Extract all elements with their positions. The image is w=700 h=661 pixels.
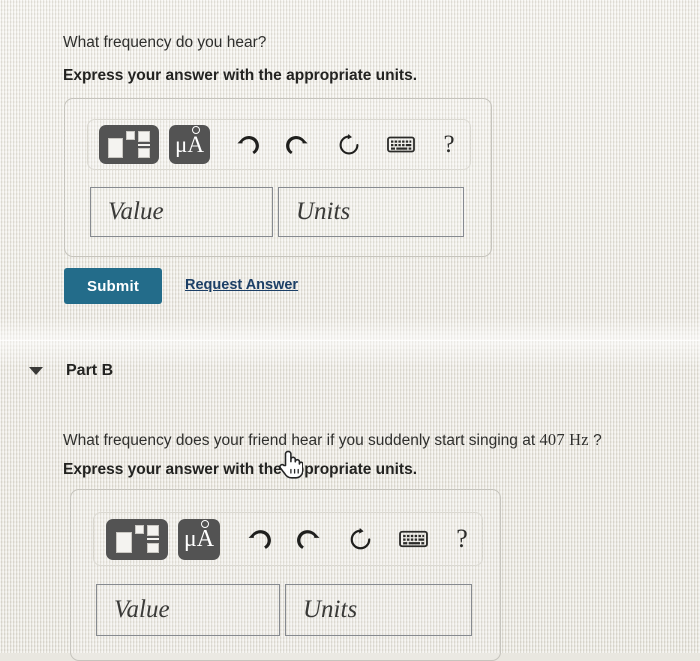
screen-glare-band [0, 318, 700, 364]
part-a-value-input[interactable]: Value [90, 187, 273, 237]
part-a-units-input[interactable]: Units [278, 187, 464, 237]
part-b-label: Part B [66, 362, 114, 379]
units-button[interactable]: μA [178, 518, 220, 560]
units-button[interactable]: μA [169, 125, 210, 164]
units-button-label: μA [175, 126, 204, 157]
angstrom-glyph: A [187, 126, 204, 157]
part-b-field-row: Value Units [96, 584, 472, 636]
part-a-instruction-text: Express your answer with the appropriate… [63, 67, 418, 84]
part-a-units-placeholder: Units [296, 198, 351, 225]
part-b-toolbar: μA ? [93, 512, 483, 566]
part-b-question-suffix: ? [588, 432, 602, 449]
section-divider [0, 340, 700, 341]
part-a-value-placeholder: Value [108, 198, 164, 225]
math-template-button[interactable] [106, 518, 168, 560]
undo-icon[interactable] [232, 130, 262, 160]
part-a-field-row: Value Units [90, 187, 464, 237]
part-a-toolbar: μA ? [87, 119, 471, 170]
redo-icon[interactable] [283, 130, 313, 160]
math-template-button[interactable] [99, 125, 159, 164]
part-b-question-math: 407 Hz [539, 430, 589, 449]
part-b-value-input[interactable]: Value [96, 584, 280, 636]
reset-icon[interactable] [345, 524, 375, 554]
part-b-question-prefix: What frequency does your friend hear if … [63, 432, 540, 449]
part-b-instruction-text: Express your answer with the appropriate… [63, 461, 418, 478]
units-button-label: μA [183, 520, 214, 552]
reset-icon[interactable] [334, 130, 364, 160]
math-template-icon [115, 525, 159, 553]
angstrom-glyph: A [197, 520, 214, 552]
keyboard-icon[interactable] [397, 524, 429, 554]
part-b-collapse-caret-icon[interactable] [29, 367, 43, 375]
part-a-request-answer-link[interactable]: Request Answer [185, 277, 298, 293]
part-b-header[interactable]: Part B [29, 362, 113, 380]
help-icon[interactable]: ? [438, 130, 460, 160]
part-b-units-input[interactable]: Units [285, 584, 472, 636]
mu-glyph: μ [183, 526, 197, 552]
math-template-icon [108, 131, 150, 158]
keyboard-icon[interactable] [385, 130, 417, 160]
part-b-question-text: What frequency does your friend hear if … [63, 430, 602, 451]
help-icon[interactable]: ? [451, 524, 473, 554]
redo-icon[interactable] [294, 524, 324, 554]
undo-icon[interactable] [243, 524, 273, 554]
part-b-answer-panel: μA ? Value Units [70, 489, 501, 661]
part-a-question-text: What frequency do you hear? [63, 34, 267, 51]
part-b-value-placeholder: Value [114, 596, 170, 623]
part-b-units-placeholder: Units [303, 596, 358, 623]
part-a-submit-button[interactable]: Submit [64, 268, 162, 304]
part-a-answer-panel: μA ? Value Units [64, 98, 492, 257]
mu-glyph: μ [175, 132, 188, 157]
